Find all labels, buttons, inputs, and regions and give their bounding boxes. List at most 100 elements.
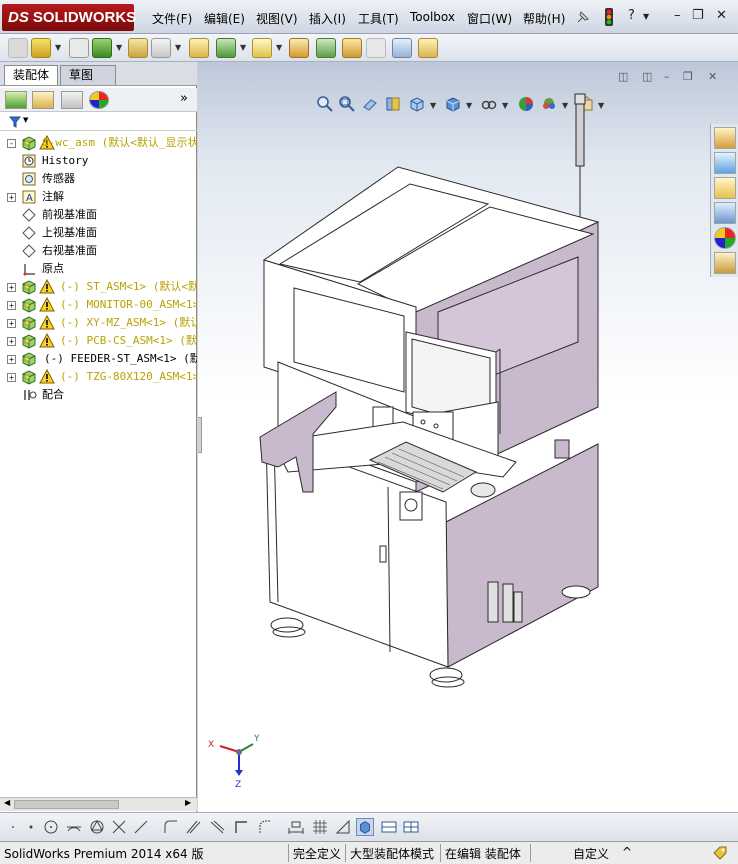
dropdown-icon[interactable]: ▼ [276, 43, 282, 52]
scrollbar-thumb[interactable] [14, 800, 119, 809]
mirror-icon[interactable] [208, 818, 226, 836]
tree-item[interactable]: 传感器 [0, 170, 197, 188]
feature-manager-tree-icon[interactable] [5, 91, 27, 109]
menu-toolbox[interactable]: Toolbox [410, 10, 455, 24]
smart-fasteners-icon[interactable] [128, 38, 148, 58]
offset-icon[interactable] [184, 818, 202, 836]
tree-item[interactable]: + (-) ST_ASM<1> (默认<默认 [0, 278, 197, 296]
paperclip-mate-icon[interactable] [69, 38, 89, 58]
units-selector[interactable]: 自定义 [573, 845, 609, 862]
tab-assembly[interactable]: 装配体 [4, 65, 59, 85]
filter-dropdown-icon[interactable]: ▼ [23, 116, 28, 124]
tab-sketch[interactable]: 草图 [60, 65, 116, 85]
expand-toggle-icon[interactable]: + [7, 283, 16, 292]
expand-toggle-icon[interactable]: + [7, 319, 16, 328]
new-motion-study-icon[interactable] [289, 38, 309, 58]
tag-icon[interactable] [712, 845, 728, 861]
circle-icon[interactable] [42, 818, 60, 836]
expand-toggle-icon[interactable]: + [7, 337, 16, 346]
dropdown-icon[interactable]: ▼ [116, 43, 122, 52]
fillet-icon[interactable] [162, 818, 180, 836]
scroll-left-icon[interactable]: ◀ [4, 798, 10, 807]
expand-toggle-icon[interactable]: + [7, 301, 16, 310]
instant3d-icon[interactable] [418, 38, 438, 58]
file-explorer-icon[interactable] [714, 177, 736, 199]
new-component-icon[interactable] [8, 38, 28, 58]
menu-file[interactable]: 文件(F) [152, 10, 192, 27]
menu-tools[interactable]: 工具(T) [358, 10, 399, 27]
horizontal-scrollbar[interactable]: ◀ ▶ [0, 797, 197, 811]
menu-window[interactable]: 窗口(W) [467, 10, 512, 27]
arc-icon[interactable] [65, 818, 83, 836]
expand-toggle-icon[interactable]: + [7, 355, 16, 364]
polygon-icon[interactable] [88, 818, 106, 836]
dropdown-icon[interactable]: ▼ [240, 43, 246, 52]
tree-item[interactable]: History [0, 152, 197, 170]
help-question-icon[interactable]: ? [628, 8, 635, 23]
tree-item[interactable]: 右视基准面 [0, 242, 197, 260]
tree-item[interactable]: + (-) XY-MZ_ASM<1> (默认< [0, 314, 197, 332]
appearances-scenes-icon[interactable] [714, 227, 736, 249]
filter-icon[interactable] [9, 116, 21, 128]
sketch-chamfer-icon[interactable] [256, 818, 274, 836]
convert-entities-icon[interactable] [232, 818, 250, 836]
move-component-icon[interactable] [151, 38, 171, 58]
expand-toggle-icon[interactable]: + [7, 373, 16, 382]
custom-properties-icon[interactable] [714, 252, 736, 274]
minimize-icon[interactable]: – [674, 8, 681, 23]
dropdown-icon[interactable]: ▼ [175, 43, 181, 52]
relations-icon[interactable] [334, 818, 352, 836]
dropdown-icon[interactable]: ▼ [55, 43, 61, 52]
linear-pattern-icon[interactable] [92, 38, 112, 58]
expand-toggle-icon[interactable]: - [7, 139, 16, 148]
3d-sketch-icon[interactable] [356, 818, 374, 836]
tree-item[interactable]: + (-) PCB-CS_ASM<1> (默认 [0, 332, 197, 350]
insert-component-icon[interactable] [31, 38, 51, 58]
panel-more-icon[interactable]: » [180, 91, 188, 106]
grid-icon[interactable] [311, 818, 329, 836]
property-manager-icon[interactable] [32, 91, 54, 109]
tree-item[interactable]: 原点 [0, 260, 197, 278]
tree-item[interactable]: + A 注解 [0, 188, 197, 206]
tree-item[interactable]: 上视基准面 [0, 224, 197, 242]
tree-item[interactable]: + (-) FEEDER-ST_ASM<1> (默认 [0, 350, 197, 368]
3d-model-machine[interactable] [198, 62, 738, 812]
view-palette-icon[interactable] [714, 202, 736, 224]
menu-help[interactable]: 帮助(H) [523, 10, 565, 27]
tree-item[interactable]: - 0-wc_asm (默认<默认_显示状 [0, 134, 197, 152]
solidworks-resources-icon[interactable] [714, 127, 736, 149]
configuration-manager-icon[interactable] [61, 91, 83, 109]
panel-collapse-handle[interactable] [198, 417, 202, 453]
design-library-icon[interactable] [714, 152, 736, 174]
exploded-view-icon[interactable] [342, 38, 362, 58]
tree-item[interactable]: 前视基准面 [0, 206, 197, 224]
help-dropdown-icon[interactable]: ▼ [643, 12, 649, 21]
tree-item[interactable]: + (-) TZG-80X120_ASM<1> [0, 368, 197, 386]
table-icon[interactable] [402, 818, 420, 836]
solidworks-logo[interactable]: DS SOLIDWORKS [2, 4, 136, 31]
sketch-block-icon[interactable] [380, 818, 398, 836]
units-caret[interactable]: ^ [622, 845, 632, 859]
pushpin-icon[interactable] [575, 9, 591, 25]
restore-icon[interactable]: ❐ [692, 8, 704, 23]
smart-dimension-icon[interactable] [287, 818, 305, 836]
centerline-icon[interactable] [132, 818, 150, 836]
menu-view[interactable]: 视图(V) [256, 10, 298, 27]
graphics-viewport[interactable]: ◫ ◫ – ❐ ✕ ▼ ▼ ▼ ▼ ▼ X Y Z [198, 62, 738, 812]
show-hidden-icon[interactable] [189, 38, 209, 58]
traffic-light-icon[interactable] [603, 7, 615, 27]
tree-item[interactable]: 配合 [0, 386, 197, 404]
menu-edit[interactable]: 编辑(E) [204, 10, 245, 27]
scroll-right-icon[interactable]: ▶ [185, 798, 191, 807]
close-icon[interactable]: ✕ [716, 8, 727, 23]
point-icon[interactable] [22, 818, 40, 836]
bill-of-materials-icon[interactable] [316, 38, 336, 58]
display-manager-icon[interactable] [89, 91, 109, 109]
expand-toggle-icon[interactable]: + [7, 193, 16, 202]
assembly-features-icon[interactable] [216, 38, 236, 58]
sketch-icon[interactable] [4, 818, 22, 836]
reference-geometry-icon[interactable] [252, 38, 272, 58]
tree-item[interactable]: + (-) MONITOR-00_ASM<1> [0, 296, 197, 314]
menu-insert[interactable]: 插入(I) [309, 10, 346, 27]
interference-detection-icon[interactable] [392, 38, 412, 58]
